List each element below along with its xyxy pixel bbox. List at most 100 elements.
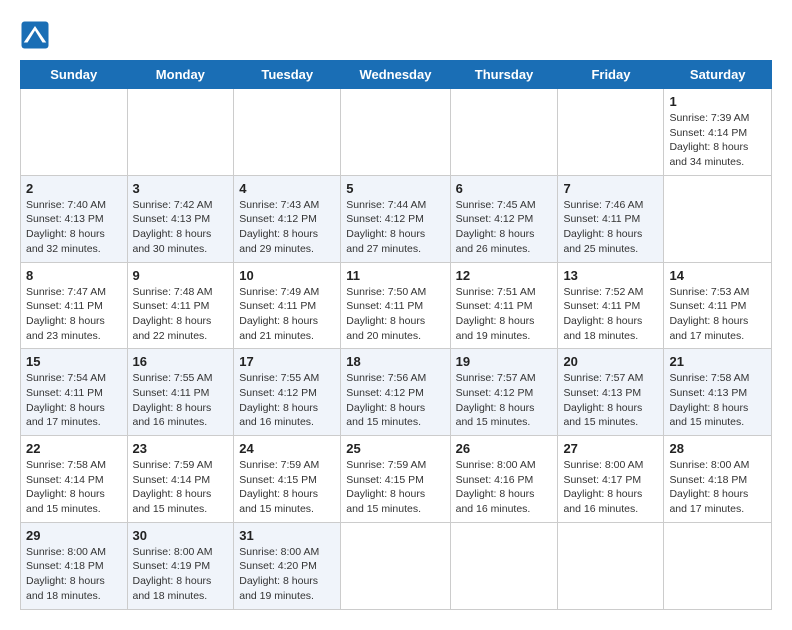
day-number: 7: [563, 181, 658, 196]
header-day-monday: Monday: [127, 61, 234, 89]
day-info: Sunrise: 7:58 AM Sunset: 4:14 PM Dayligh…: [26, 458, 122, 517]
header-day-tuesday: Tuesday: [234, 61, 341, 89]
day-number: 14: [669, 268, 766, 283]
calendar-day-16: 16 Sunrise: 7:55 AM Sunset: 4:11 PM Dayli…: [127, 349, 234, 436]
calendar-day-21: 21Sunrise: 7:58 AM Sunset: 4:13 PM Dayli…: [664, 349, 772, 436]
day-info: Sunrise: 8:00 AM Sunset: 4:17 PM Dayligh…: [563, 458, 658, 517]
calendar-day-15: 15 Sunrise: 7:54 AM Sunset: 4:11 PM Dayli…: [21, 349, 128, 436]
calendar-day-13: 13 Sunrise: 7:52 AM Sunset: 4:11 PM Dayli…: [558, 262, 664, 349]
empty-cell: [341, 89, 450, 176]
day-info: Sunrise: 7:45 AM Sunset: 4:12 PM Dayligh…: [456, 198, 553, 257]
calendar-day-12: 12 Sunrise: 7:51 AM Sunset: 4:11 PM Dayli…: [450, 262, 558, 349]
day-info: Sunrise: 7:51 AM Sunset: 4:11 PM Dayligh…: [456, 285, 553, 344]
empty-cell: [127, 89, 234, 176]
day-number: 6: [456, 181, 553, 196]
day-number: 2: [26, 181, 122, 196]
header-day-thursday: Thursday: [450, 61, 558, 89]
day-number: 26: [456, 441, 553, 456]
calendar-day-29: 29Sunrise: 8:00 AM Sunset: 4:18 PM Dayli…: [21, 522, 128, 609]
calendar-day-11: 11Sunrise: 7:50 AM Sunset: 4:11 PM Dayli…: [341, 262, 450, 349]
empty-cell: [664, 175, 772, 262]
header-day-friday: Friday: [558, 61, 664, 89]
calendar-day-5: 5 Sunrise: 7:44 AM Sunset: 4:12 PM Daylig…: [341, 175, 450, 262]
day-info: Sunrise: 8:00 AM Sunset: 4:19 PM Dayligh…: [133, 545, 229, 604]
calendar-day-8: 8Sunrise: 7:47 AM Sunset: 4:11 PM Daylig…: [21, 262, 128, 349]
calendar-day-2: 2Sunrise: 7:40 AM Sunset: 4:13 PM Daylig…: [21, 175, 128, 262]
empty-cell: [234, 89, 341, 176]
day-info: Sunrise: 7:54 AM Sunset: 4:11 PM Dayligh…: [26, 371, 122, 430]
calendar-day-6: 6 Sunrise: 7:45 AM Sunset: 4:12 PM Daylig…: [450, 175, 558, 262]
calendar-day-31: 31Sunrise: 8:00 AM Sunset: 4:20 PM Dayli…: [234, 522, 341, 609]
empty-cell: [558, 89, 664, 176]
day-number: 11: [346, 268, 444, 283]
calendar-day-14: 14Sunrise: 7:53 AM Sunset: 4:11 PM Dayli…: [664, 262, 772, 349]
calendar-day-25: 25 Sunrise: 7:59 AM Sunset: 4:15 PM Dayli…: [341, 436, 450, 523]
calendar-day-23: 23 Sunrise: 7:59 AM Sunset: 4:14 PM Dayli…: [127, 436, 234, 523]
calendar-day-9: 9 Sunrise: 7:48 AM Sunset: 4:11 PM Daylig…: [127, 262, 234, 349]
day-info: Sunrise: 7:52 AM Sunset: 4:11 PM Dayligh…: [563, 285, 658, 344]
calendar-day-10: 10Sunrise: 7:49 AM Sunset: 4:11 PM Dayli…: [234, 262, 341, 349]
day-info: Sunrise: 7:46 AM Sunset: 4:11 PM Dayligh…: [563, 198, 658, 257]
day-number: 19: [456, 354, 553, 369]
day-info: Sunrise: 7:59 AM Sunset: 4:14 PM Dayligh…: [133, 458, 229, 517]
calendar-day-3: 3 Sunrise: 7:42 AM Sunset: 4:13 PM Daylig…: [127, 175, 234, 262]
day-number: 15: [26, 354, 122, 369]
calendar-table: SundayMondayTuesdayWednesdayThursdayFrid…: [20, 60, 772, 610]
calendar-day-28: 28Sunrise: 8:00 AM Sunset: 4:18 PM Dayli…: [664, 436, 772, 523]
calendar-week-1: 1 Sunrise: 7:39 AM Sunset: 4:14 PM Daylig…: [21, 89, 772, 176]
logo: [20, 20, 54, 50]
day-number: 31: [239, 528, 335, 543]
day-number: 4: [239, 181, 335, 196]
day-number: 22: [26, 441, 122, 456]
logo-icon: [20, 20, 50, 50]
day-number: 5: [346, 181, 444, 196]
day-number: 25: [346, 441, 444, 456]
day-number: 9: [133, 268, 229, 283]
day-info: Sunrise: 7:42 AM Sunset: 4:13 PM Dayligh…: [133, 198, 229, 257]
calendar-day-7: 7 Sunrise: 7:46 AM Sunset: 4:11 PM Daylig…: [558, 175, 664, 262]
calendar-week-5: 22 Sunrise: 7:58 AM Sunset: 4:14 PM Dayli…: [21, 436, 772, 523]
empty-cell: [450, 522, 558, 609]
day-number: 30: [133, 528, 229, 543]
day-info: Sunrise: 7:39 AM Sunset: 4:14 PM Dayligh…: [669, 111, 766, 170]
day-info: Sunrise: 8:00 AM Sunset: 4:16 PM Dayligh…: [456, 458, 553, 517]
calendar-day-1: 1 Sunrise: 7:39 AM Sunset: 4:14 PM Daylig…: [664, 89, 772, 176]
day-info: Sunrise: 7:43 AM Sunset: 4:12 PM Dayligh…: [239, 198, 335, 257]
day-info: Sunrise: 7:59 AM Sunset: 4:15 PM Dayligh…: [346, 458, 444, 517]
day-number: 1: [669, 94, 766, 109]
calendar-day-22: 22 Sunrise: 7:58 AM Sunset: 4:14 PM Dayli…: [21, 436, 128, 523]
calendar-day-18: 18Sunrise: 7:56 AM Sunset: 4:12 PM Dayli…: [341, 349, 450, 436]
empty-cell: [450, 89, 558, 176]
calendar-day-4: 4 Sunrise: 7:43 AM Sunset: 4:12 PM Daylig…: [234, 175, 341, 262]
day-info: Sunrise: 7:48 AM Sunset: 4:11 PM Dayligh…: [133, 285, 229, 344]
calendar-week-3: 8Sunrise: 7:47 AM Sunset: 4:11 PM Daylig…: [21, 262, 772, 349]
calendar-day-20: 20Sunrise: 7:57 AM Sunset: 4:13 PM Dayli…: [558, 349, 664, 436]
calendar-day-17: 17 Sunrise: 7:55 AM Sunset: 4:12 PM Dayli…: [234, 349, 341, 436]
day-info: Sunrise: 7:59 AM Sunset: 4:15 PM Dayligh…: [239, 458, 335, 517]
day-number: 12: [456, 268, 553, 283]
day-number: 17: [239, 354, 335, 369]
day-number: 10: [239, 268, 335, 283]
day-number: 3: [133, 181, 229, 196]
header-day-wednesday: Wednesday: [341, 61, 450, 89]
calendar-day-19: 19 Sunrise: 7:57 AM Sunset: 4:12 PM Dayli…: [450, 349, 558, 436]
day-info: Sunrise: 7:55 AM Sunset: 4:12 PM Dayligh…: [239, 371, 335, 430]
calendar-day-30: 30 Sunrise: 8:00 AM Sunset: 4:19 PM Dayli…: [127, 522, 234, 609]
calendar-day-24: 24Sunrise: 7:59 AM Sunset: 4:15 PM Dayli…: [234, 436, 341, 523]
day-number: 18: [346, 354, 444, 369]
day-number: 21: [669, 354, 766, 369]
day-number: 27: [563, 441, 658, 456]
calendar-day-26: 26 Sunrise: 8:00 AM Sunset: 4:16 PM Dayli…: [450, 436, 558, 523]
day-info: Sunrise: 7:44 AM Sunset: 4:12 PM Dayligh…: [346, 198, 444, 257]
day-info: Sunrise: 7:55 AM Sunset: 4:11 PM Dayligh…: [133, 371, 229, 430]
empty-cell: [341, 522, 450, 609]
calendar-week-4: 15 Sunrise: 7:54 AM Sunset: 4:11 PM Dayli…: [21, 349, 772, 436]
day-info: Sunrise: 7:57 AM Sunset: 4:12 PM Dayligh…: [456, 371, 553, 430]
day-number: 23: [133, 441, 229, 456]
day-number: 29: [26, 528, 122, 543]
day-number: 16: [133, 354, 229, 369]
day-info: Sunrise: 8:00 AM Sunset: 4:18 PM Dayligh…: [669, 458, 766, 517]
day-number: 20: [563, 354, 658, 369]
page-header: [20, 20, 772, 50]
day-number: 13: [563, 268, 658, 283]
